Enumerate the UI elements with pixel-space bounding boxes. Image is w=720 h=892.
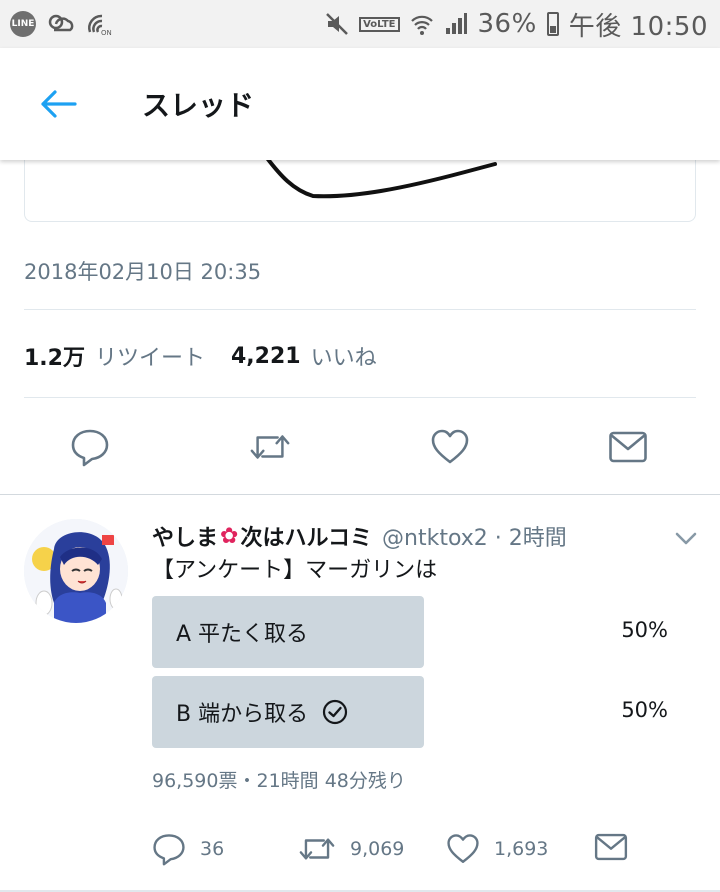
- divider: [24, 397, 696, 398]
- tweet-author-line: やしま ✿ 次はハルコミ @ntktox2 · 2時間: [152, 520, 567, 552]
- reply-button[interactable]: [69, 426, 111, 468]
- battery-percent: 36%: [477, 9, 537, 39]
- chevron-down-icon: [675, 532, 697, 545]
- like-count[interactable]: 4,221: [231, 344, 301, 369]
- tweet-timestamp: 2018年02月10日 20:35: [24, 260, 262, 284]
- reply-action-bar: 36 9,069 1,693: [152, 832, 672, 872]
- reply-icon: [71, 429, 109, 467]
- weather-icon: [48, 14, 74, 32]
- check-circle-icon: [322, 699, 348, 725]
- retweet-button[interactable]: [249, 426, 291, 468]
- retweet-count[interactable]: 1.2万: [24, 340, 85, 372]
- poll-option-b[interactable]: B 端から取る 50%: [152, 676, 672, 748]
- poll-percent: 50%: [621, 618, 668, 642]
- volte-indicator: VoLTE: [359, 16, 400, 32]
- share-button[interactable]: [594, 832, 628, 862]
- nfc-icon: ON: [88, 14, 112, 36]
- mail-icon: [594, 833, 628, 861]
- svg-text:ON: ON: [101, 29, 112, 36]
- poll-option-a[interactable]: A 平たく取る 50%: [152, 596, 672, 668]
- like-label[interactable]: いいね: [311, 340, 377, 372]
- signal-icon: [445, 13, 467, 34]
- line-app-icon: LINE: [10, 11, 36, 37]
- back-button[interactable]: [28, 74, 88, 134]
- tweet-text: 【アンケート】マーガリンは: [152, 558, 438, 583]
- poll-option-text: B 端から取る: [176, 702, 309, 727]
- wifi-icon: [410, 15, 433, 35]
- section-divider: [0, 494, 720, 495]
- author-name-suffix[interactable]: 次はハルコミ: [240, 520, 372, 552]
- like-button[interactable]: 1,693: [446, 832, 548, 866]
- poll-percent: 50%: [621, 698, 668, 722]
- avatar-image: [24, 519, 128, 623]
- reply-icon: [153, 834, 185, 866]
- battery-icon: [546, 12, 559, 36]
- like-button[interactable]: [429, 426, 471, 468]
- reply-count: 36: [200, 838, 225, 860]
- flower-icon: ✿: [220, 523, 239, 549]
- tweet-action-bar: [0, 418, 720, 474]
- poll-option-label: B 端から取る: [176, 696, 348, 728]
- poll-option-label: A 平たく取る: [176, 616, 308, 648]
- reply-button[interactable]: 36: [152, 832, 224, 866]
- heart-icon: [431, 429, 469, 464]
- tweet-stats: 1.2万 リツイート 4,221 いいね: [24, 340, 403, 372]
- page-title: スレッド: [142, 89, 255, 122]
- mail-icon: [609, 431, 647, 463]
- poll-meta: 96,590票・21時間 48分残り: [152, 770, 406, 792]
- retweet-icon: [250, 435, 290, 459]
- app-header: スレッド: [0, 48, 720, 160]
- status-bar-right: VoLTE 36% 午後 10:50: [325, 6, 708, 43]
- author-name[interactable]: やしま: [152, 520, 218, 552]
- retweet-button[interactable]: 9,069: [298, 832, 404, 866]
- retweet-count: 9,069: [350, 838, 405, 860]
- status-bar-left: LINE ON: [10, 11, 114, 37]
- tweet-menu-button[interactable]: [672, 524, 700, 552]
- heart-icon: [447, 834, 479, 863]
- status-bar: LINE ON VoLTE 36% 午後 10:50: [0, 0, 720, 48]
- avatar[interactable]: [24, 519, 128, 623]
- retweet-icon: [299, 838, 335, 860]
- like-count: 1,693: [494, 838, 549, 860]
- poll-option-text: A 平たく取る: [176, 622, 309, 647]
- clock: 午後 10:50: [568, 11, 708, 42]
- mute-icon: [326, 13, 348, 35]
- author-handle[interactable]: @ntktox2 · 2時間: [382, 520, 567, 552]
- back-arrow-icon: [41, 90, 77, 118]
- divider: [24, 309, 696, 310]
- share-button[interactable]: [607, 426, 649, 468]
- retweet-label[interactable]: リツイート: [95, 340, 205, 372]
